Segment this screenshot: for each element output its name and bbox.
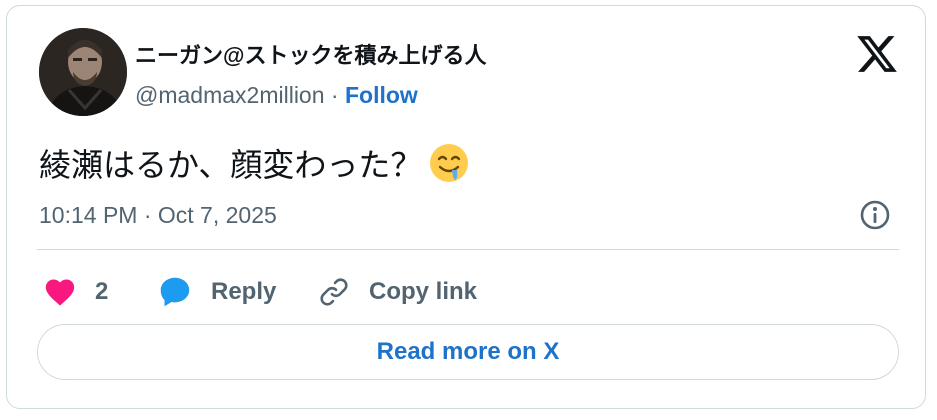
read-more-label: Read more on X xyxy=(376,338,560,365)
reply-label: Reply xyxy=(211,278,277,305)
handle-row: @madmax2million · Follow xyxy=(135,82,418,109)
heart-icon xyxy=(45,279,75,306)
avatar[interactable] xyxy=(39,28,127,116)
speech-bubble-icon xyxy=(160,277,190,307)
copy-link-button[interactable]: Copy link xyxy=(317,272,477,312)
author-display-name[interactable]: ニーガン@ストックを積み上げる人 xyxy=(135,38,486,70)
drooling-face-emoji-icon xyxy=(428,142,470,184)
embedded-tweet-card: ニーガン@ストックを積み上げる人 @madmax2million · Follo… xyxy=(6,5,926,409)
info-icon[interactable] xyxy=(859,199,891,231)
tweet-text: 綾瀬はるか、顔変わった？ xyxy=(39,147,423,183)
author-handle[interactable]: @madmax2million xyxy=(135,82,325,108)
follow-link[interactable]: Follow xyxy=(345,82,418,108)
like-count: 2 xyxy=(95,278,109,305)
link-icon xyxy=(320,278,348,306)
x-logo-icon[interactable] xyxy=(855,32,899,76)
read-more-button[interactable]: Read more on X xyxy=(37,324,899,380)
tweet-timestamp[interactable]: 10:14 PM · Oct 7, 2025 xyxy=(39,202,277,229)
tweet-text-row: 綾瀬はるか、顔変わった？ xyxy=(39,140,470,186)
copy-link-label: Copy link xyxy=(369,278,478,305)
reply-button[interactable]: Reply xyxy=(157,272,276,312)
like-button[interactable]: 2 xyxy=(43,272,108,312)
separator-dot: · xyxy=(330,82,339,108)
divider xyxy=(37,249,899,250)
